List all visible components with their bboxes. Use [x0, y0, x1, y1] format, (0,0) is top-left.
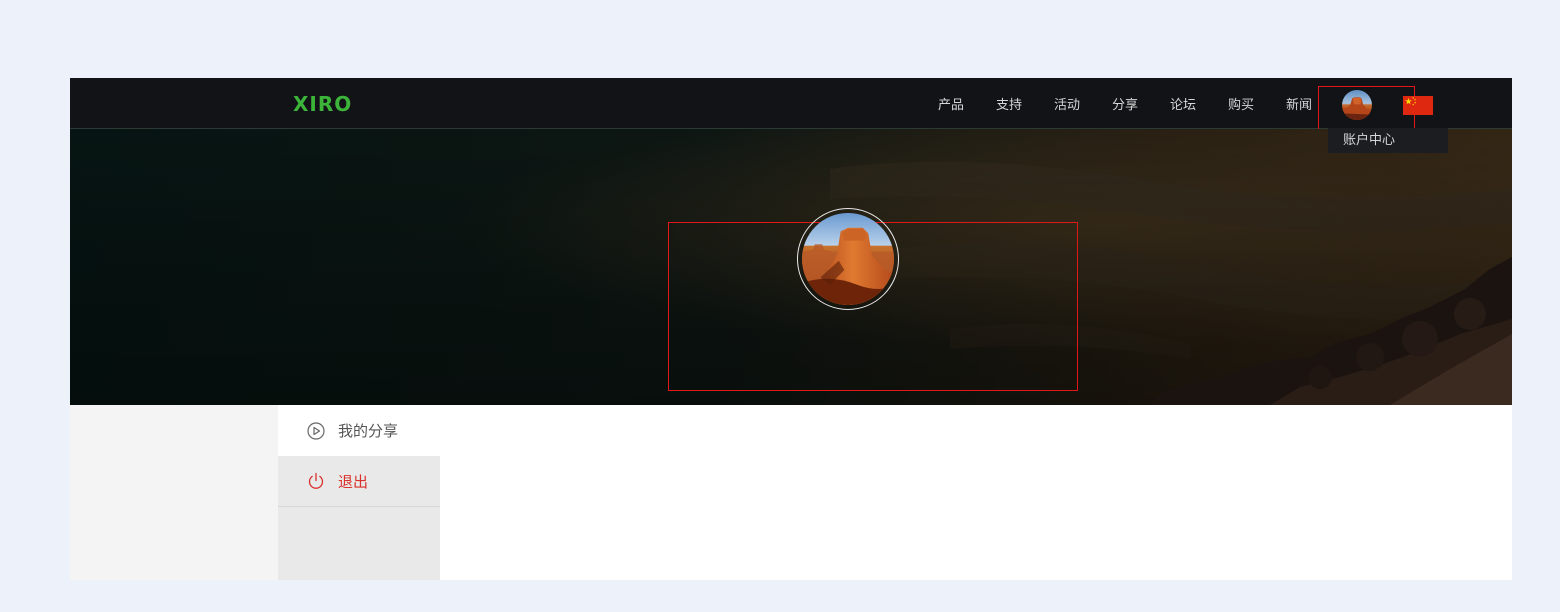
- nav-item-forum[interactable]: 论坛: [1154, 94, 1212, 113]
- sidebar-item-label: 退出: [338, 472, 369, 491]
- power-icon: [307, 472, 325, 490]
- sidebar-item-logout[interactable]: 退出: [278, 456, 440, 507]
- sidebar-item-label: 我的分享: [338, 422, 399, 440]
- user-avatar[interactable]: [1342, 90, 1372, 120]
- profile-avatar[interactable]: [797, 208, 899, 310]
- nav-item-buy[interactable]: 购买: [1212, 94, 1270, 113]
- page-frame: XIRO 产品 支持 活动 分享 论坛 购买 新闻 账户中心 我的分享 退出: [70, 78, 1512, 580]
- nav-item-products[interactable]: 产品: [922, 94, 980, 113]
- left-blank-panel: [70, 405, 278, 580]
- nav-item-events[interactable]: 活动: [1038, 94, 1096, 113]
- account-sidebar: 我的分享 退出: [278, 405, 440, 580]
- sidebar-item-my-shares[interactable]: 我的分享: [278, 405, 440, 456]
- top-navbar: XIRO 产品 支持 活动 分享 论坛 购买 新闻: [70, 78, 1512, 134]
- main-nav: 产品 支持 活动 分享 论坛 购买 新闻: [922, 78, 1328, 128]
- xiro-logo[interactable]: XIRO: [293, 92, 352, 116]
- china-flag-icon[interactable]: [1403, 96, 1433, 115]
- profile-banner: [70, 129, 1512, 405]
- nav-item-support[interactable]: 支持: [980, 94, 1038, 113]
- play-circle-icon: [307, 421, 325, 440]
- account-center-menu-item[interactable]: 账户中心: [1328, 128, 1448, 153]
- nav-item-share[interactable]: 分享: [1096, 94, 1154, 113]
